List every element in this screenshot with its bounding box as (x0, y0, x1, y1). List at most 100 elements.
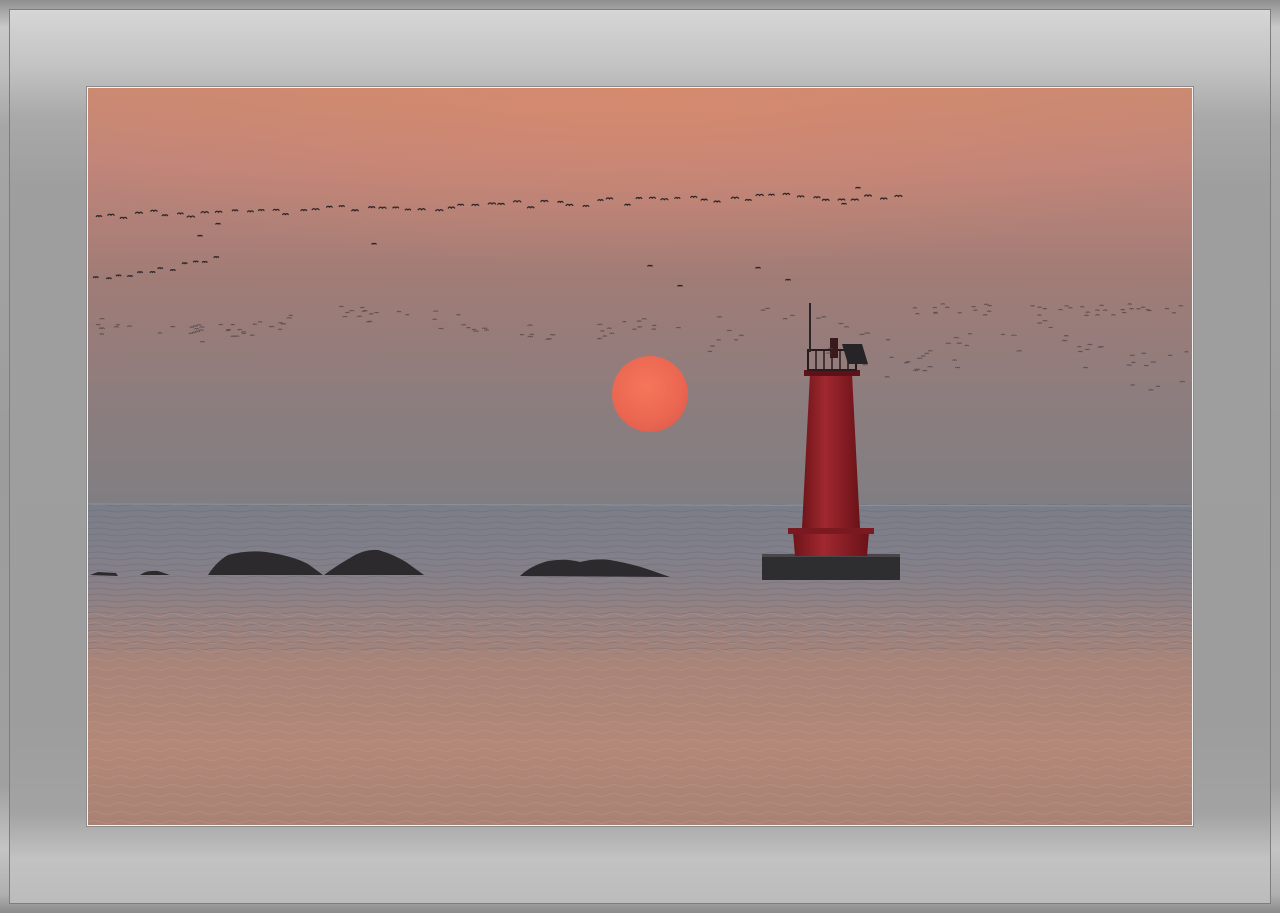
bird (602, 335, 607, 338)
bird (641, 318, 647, 320)
bird (417, 208, 426, 211)
bird (230, 335, 236, 338)
bird (953, 336, 960, 339)
bird (924, 352, 929, 355)
bird (647, 264, 653, 268)
bird (1048, 326, 1053, 329)
bird (195, 330, 201, 333)
bird (744, 198, 752, 202)
bird (231, 209, 239, 212)
bird (1095, 309, 1100, 312)
bird (257, 321, 263, 323)
bird (624, 203, 631, 207)
bird (378, 206, 387, 210)
bird (726, 329, 732, 332)
sky-glow (88, 88, 1192, 388)
sunset-photo (87, 87, 1193, 826)
bird (237, 328, 243, 331)
bird (363, 309, 368, 312)
bird (843, 326, 849, 328)
bird (597, 198, 604, 202)
bird (597, 323, 603, 326)
bird (1037, 314, 1042, 317)
bird (1084, 348, 1090, 351)
bird (782, 317, 788, 320)
bird (850, 198, 859, 202)
bird (984, 303, 989, 306)
bird (889, 356, 894, 359)
bird (218, 323, 224, 326)
bird (169, 269, 176, 272)
bird (199, 326, 205, 329)
bird (134, 211, 144, 215)
bird (789, 314, 795, 317)
bird (181, 262, 188, 265)
bird (278, 322, 283, 324)
bird (1148, 389, 1154, 391)
bird (894, 194, 903, 198)
bird (127, 274, 133, 278)
bird (1087, 343, 1093, 346)
bird (1120, 308, 1125, 311)
bird (1129, 354, 1135, 357)
bird (105, 277, 112, 280)
bird (879, 197, 888, 201)
bird (637, 326, 643, 328)
bird (915, 313, 920, 315)
bird (200, 211, 210, 214)
bird (471, 203, 480, 207)
bird (855, 186, 861, 190)
bird (707, 350, 713, 353)
bird (1140, 306, 1146, 309)
bird (864, 194, 872, 198)
bird (1095, 314, 1100, 316)
bird (246, 210, 254, 213)
bird (189, 326, 195, 328)
bird (519, 334, 525, 336)
bird (1099, 304, 1104, 307)
bird (927, 365, 933, 368)
bird (1068, 307, 1073, 309)
bird (95, 215, 103, 218)
bird (927, 350, 933, 352)
bird (716, 339, 721, 341)
bird (438, 327, 444, 330)
bird (609, 332, 615, 335)
bird (730, 196, 740, 200)
bird (821, 316, 827, 318)
bird (257, 208, 265, 212)
bird (973, 309, 978, 312)
bird (912, 307, 918, 309)
bird (338, 305, 344, 308)
bird (157, 332, 163, 334)
bird (755, 266, 761, 270)
bird (582, 204, 590, 208)
bird (945, 342, 951, 345)
bird (964, 344, 970, 347)
bird (632, 328, 637, 331)
bird (1011, 334, 1017, 337)
bird (252, 323, 257, 326)
bird (913, 369, 919, 372)
bird (311, 207, 320, 211)
bird (487, 202, 497, 205)
bird (940, 303, 946, 305)
bird (955, 366, 961, 369)
bird (192, 260, 199, 263)
bird (709, 345, 716, 348)
bird (99, 333, 104, 335)
bird (660, 197, 669, 201)
bird (987, 304, 992, 307)
photo-canvas (88, 88, 1192, 825)
bird (137, 271, 143, 274)
bird (484, 329, 490, 332)
bird (1178, 305, 1184, 307)
bird (226, 328, 231, 331)
bird (674, 196, 681, 200)
bird (95, 323, 101, 326)
bird (357, 315, 363, 318)
bird (713, 200, 721, 203)
bird (197, 234, 203, 238)
bird (1085, 311, 1090, 314)
bird (1167, 354, 1173, 357)
